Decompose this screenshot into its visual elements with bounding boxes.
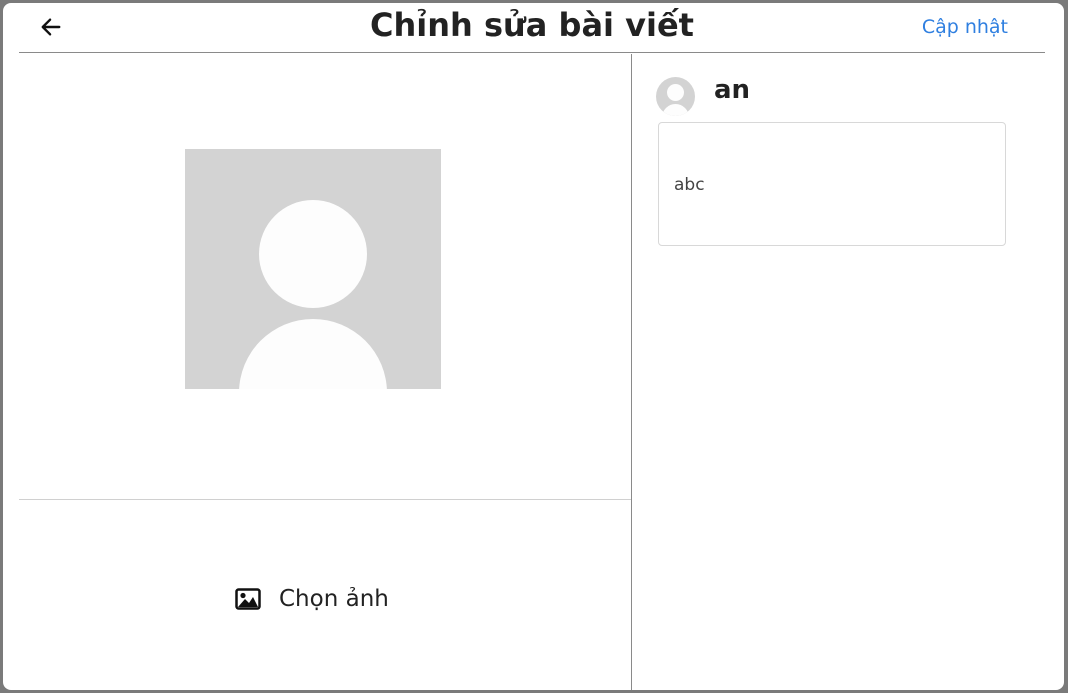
edit-post-modal: Chỉnh sửa bài viết Cập nhật Chọn ảnh an … <box>3 3 1064 690</box>
divider <box>19 499 631 500</box>
choose-image-label: Chọn ảnh <box>279 586 389 612</box>
avatar <box>656 77 695 116</box>
image-pane: Chọn ảnh <box>19 54 631 690</box>
image-icon <box>235 588 261 610</box>
page-title: Chỉnh sửa bài viết <box>370 6 694 44</box>
choose-image-button[interactable]: Chọn ảnh <box>235 581 389 617</box>
post-text-field[interactable]: abc <box>658 122 1006 246</box>
image-preview[interactable] <box>185 149 441 389</box>
header: Chỉnh sửa bài viết Cập nhật <box>19 3 1045 53</box>
update-button[interactable]: Cập nhật <box>922 16 1008 38</box>
username: an <box>714 75 751 105</box>
avatar-placeholder-icon <box>259 200 367 308</box>
post-pane: an abc <box>632 54 1064 690</box>
